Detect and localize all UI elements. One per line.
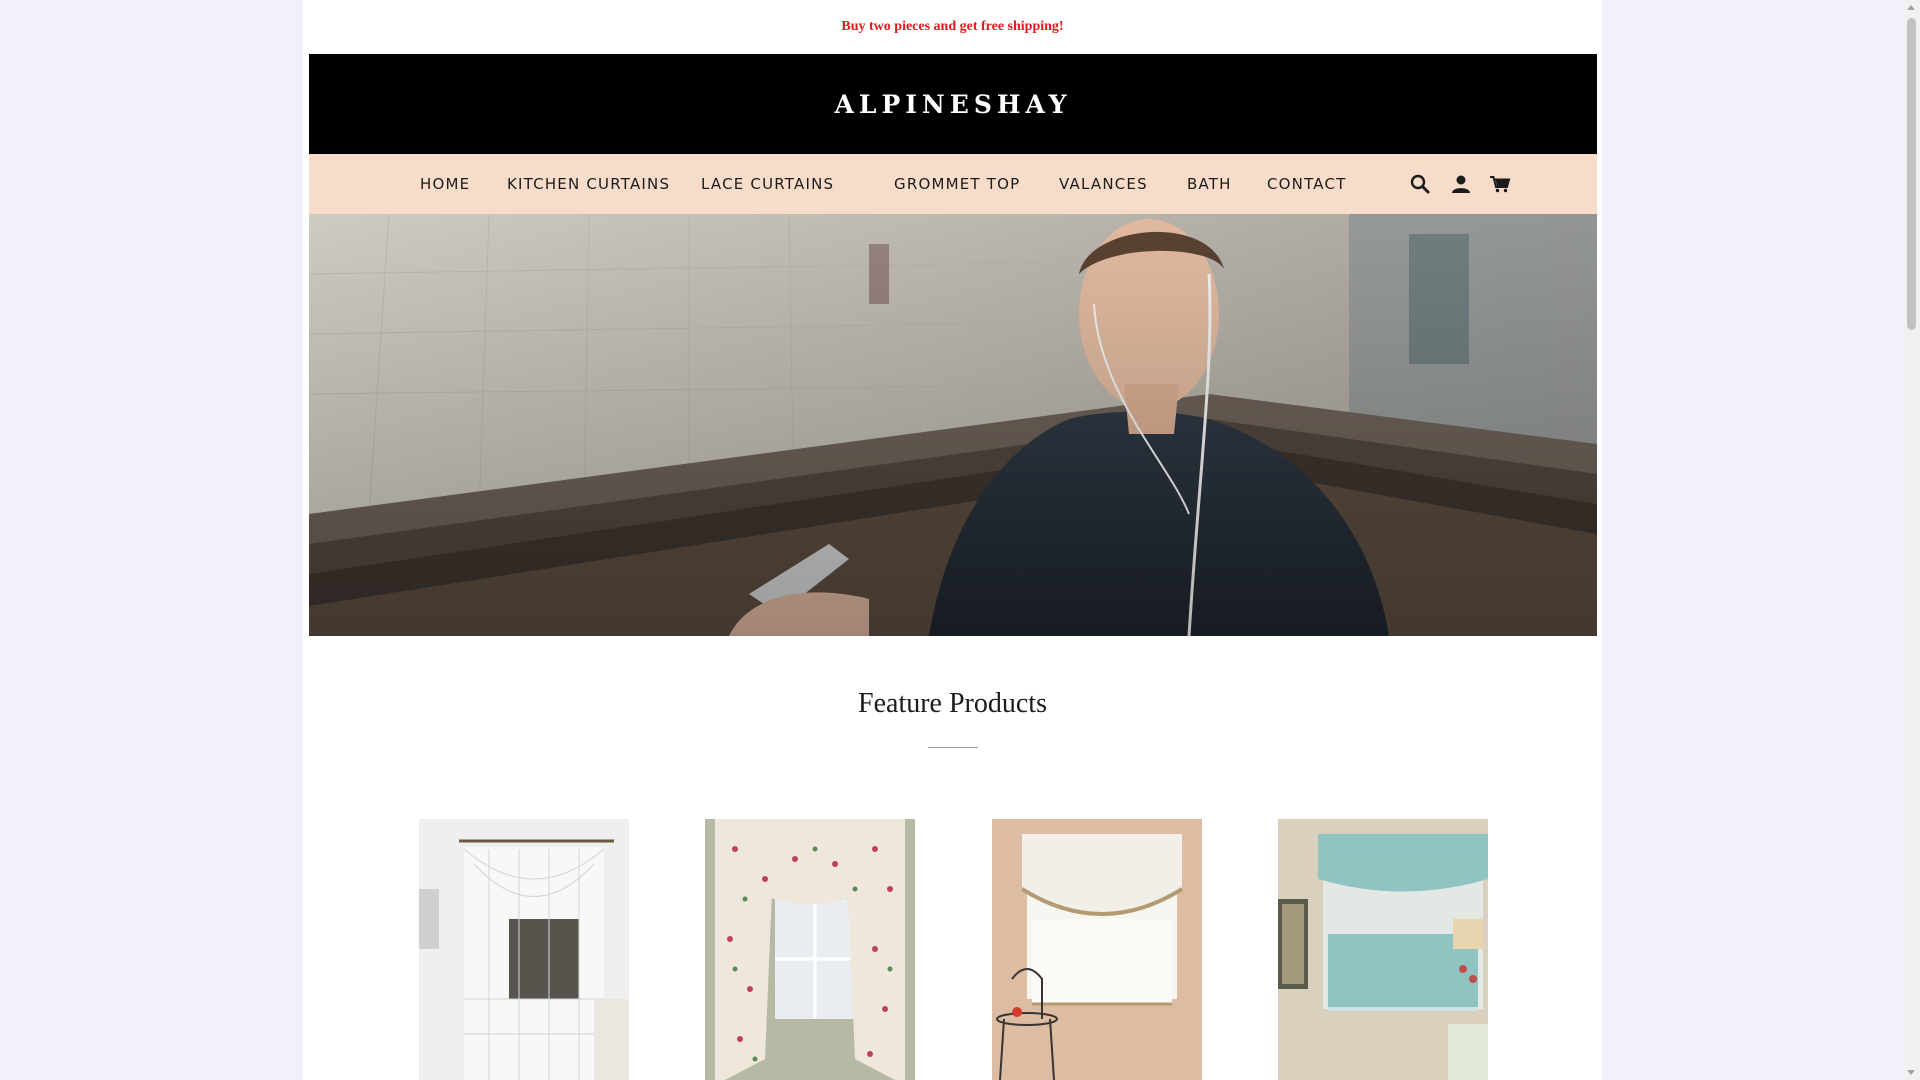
announcement-bar: Buy two pieces and get free shipping! bbox=[303, 0, 1602, 54]
page-container: Buy two pieces and get free shipping! AL… bbox=[303, 0, 1602, 1080]
product-card-3[interactable] bbox=[992, 819, 1202, 1080]
nav-item-bath[interactable]: BATH bbox=[1187, 154, 1232, 214]
nav-item-lace-curtains[interactable]: LACE CURTAINS bbox=[701, 154, 834, 214]
nav-item-valances[interactable]: VALANCES bbox=[1059, 154, 1148, 214]
cart-icon[interactable] bbox=[1489, 173, 1511, 195]
nav-item-grommet-top[interactable]: GROMMET TOP bbox=[894, 154, 1020, 214]
site-header: ALPINESHAY bbox=[309, 54, 1597, 154]
scroll-up-arrow-icon[interactable] bbox=[1907, 5, 1915, 10]
scroll-down-arrow-icon[interactable] bbox=[1907, 1070, 1915, 1075]
nav-item-contact[interactable]: CONTACT bbox=[1267, 154, 1347, 214]
scrollbar-thumb[interactable] bbox=[1907, 18, 1916, 330]
product-card-4[interactable] bbox=[1278, 819, 1488, 1080]
hero-banner-image[interactable] bbox=[309, 214, 1597, 636]
site-logo[interactable]: ALPINESHAY bbox=[834, 90, 1071, 119]
search-icon[interactable] bbox=[1409, 173, 1431, 195]
product-card-2[interactable] bbox=[705, 819, 915, 1080]
product-image-lace-curtain[interactable] bbox=[419, 819, 629, 1080]
featured-products-title: Feature Products bbox=[858, 688, 1047, 719]
main-nav: HOME KITCHEN CURTAINS LACE CURTAINS GROM… bbox=[309, 154, 1597, 214]
product-image-tier-swag-curtain[interactable] bbox=[992, 819, 1202, 1080]
page-scrollbar[interactable] bbox=[1903, 0, 1920, 1080]
announcement-text[interactable]: Buy two pieces and get free shipping! bbox=[841, 19, 1063, 35]
title-divider bbox=[928, 747, 978, 748]
product-image-floral-curtain[interactable] bbox=[705, 819, 915, 1080]
account-icon[interactable] bbox=[1450, 173, 1472, 195]
nav-item-home[interactable]: HOME bbox=[420, 154, 470, 214]
product-card-1[interactable] bbox=[419, 819, 629, 1080]
product-image-aqua-curtain[interactable] bbox=[1278, 819, 1488, 1080]
nav-item-kitchen-curtains[interactable]: KITCHEN CURTAINS bbox=[507, 154, 670, 214]
